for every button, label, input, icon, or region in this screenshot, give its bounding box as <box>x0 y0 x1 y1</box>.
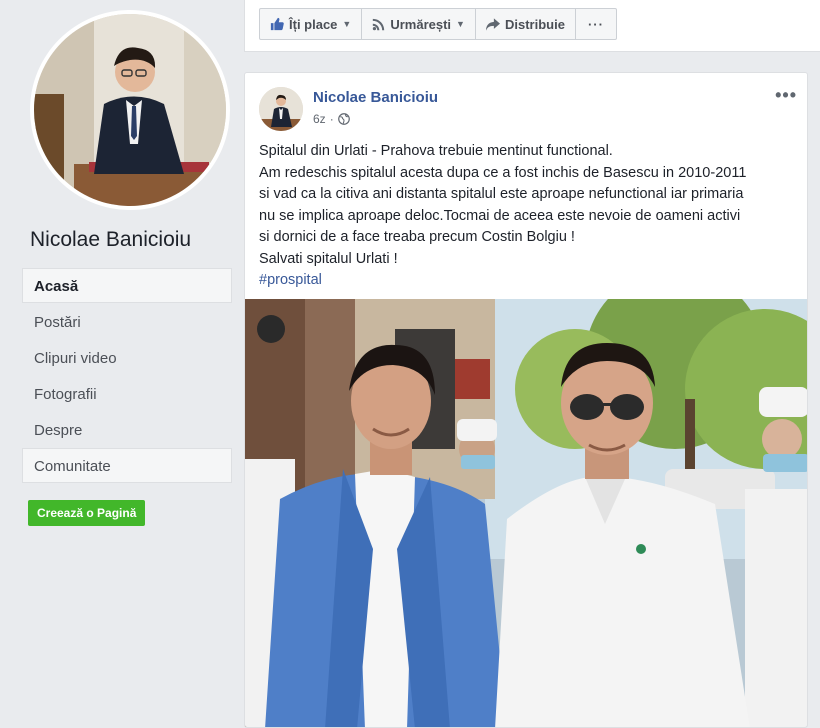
nav-item-about[interactable]: Despre <box>22 412 232 447</box>
chevron-down-icon: ▼ <box>456 19 465 29</box>
page-action-bar: Îți place ▼ Urmărești ▼ Distribuie ··· <box>259 8 617 40</box>
nav-item-home[interactable]: Acasă <box>22 268 232 303</box>
like-page-button[interactable]: Îți place ▼ <box>260 9 363 39</box>
follow-label: Urmărești <box>390 16 452 32</box>
chevron-down-icon: ▼ <box>342 19 352 29</box>
post-text-line: Am redeschis spitalul acesta dupa ce a f… <box>259 164 747 181</box>
dot-separator: · <box>329 112 334 126</box>
profile-picture[interactable] <box>30 10 230 210</box>
page-actions-card: Îți place ▼ Urmărești ▼ Distribuie ··· <box>244 0 820 52</box>
left-sidebar: Nicolae Banicioiu Acasă Postări Clipuri … <box>0 0 242 728</box>
globe-icon[interactable] <box>337 113 350 125</box>
post-text-line: nu se implica aproape deloc.Tocmai de ac… <box>259 207 741 224</box>
post-meta: 6z · <box>313 112 350 126</box>
more-dots-icon: ··· <box>587 16 604 32</box>
post-options-button[interactable]: ••• <box>775 85 797 106</box>
like-label: Îți place <box>289 16 338 32</box>
nav-item-community[interactable]: Comunitate <box>22 448 232 483</box>
post-author-avatar[interactable] <box>259 87 303 131</box>
rss-icon <box>373 18 385 30</box>
nav-item-posts[interactable]: Postări <box>22 304 232 339</box>
more-actions-button[interactable]: ··· <box>576 9 616 39</box>
page-title[interactable]: Nicolae Banicioiu <box>30 228 191 252</box>
share-label: Distribuie <box>504 16 565 32</box>
post-card: Nicolae Banicioiu 6z · ••• Spitalul din … <box>244 72 808 728</box>
post-author-name[interactable]: Nicolae Banicioiu <box>313 89 438 106</box>
nav-item-photos[interactable]: Fotografii <box>22 376 232 411</box>
share-button[interactable]: Distribuie <box>476 9 576 39</box>
post-text-line: si vad ca la citiva ani distanta spitalu… <box>259 186 744 202</box>
post-text-line: Salvati spitalul Urlati ! <box>259 250 398 267</box>
post-text-line: Spitalul din Urlati - Prahova trebuie me… <box>259 143 613 159</box>
create-page-button[interactable]: Creează o Pagină <box>28 500 146 526</box>
post-photo[interactable] <box>245 299 807 727</box>
share-arrow-icon <box>485 17 500 31</box>
thumbs-up-icon <box>270 17 284 31</box>
nav-item-videos[interactable]: Clipuri video <box>22 340 232 375</box>
follow-button[interactable]: Urmărești ▼ <box>362 9 476 39</box>
hashtag-link[interactable]: #prospital <box>259 270 799 292</box>
post-body: Spitalul din Urlati - Prahova trebuie me… <box>259 141 799 292</box>
post-timestamp[interactable]: 6z <box>313 112 326 126</box>
profile-photo <box>34 14 226 206</box>
page-navigation: Acasă Postări Clipuri video Fotografii D… <box>22 268 232 484</box>
post-text-line: si dornici de a face treaba precum Costi… <box>259 229 575 245</box>
